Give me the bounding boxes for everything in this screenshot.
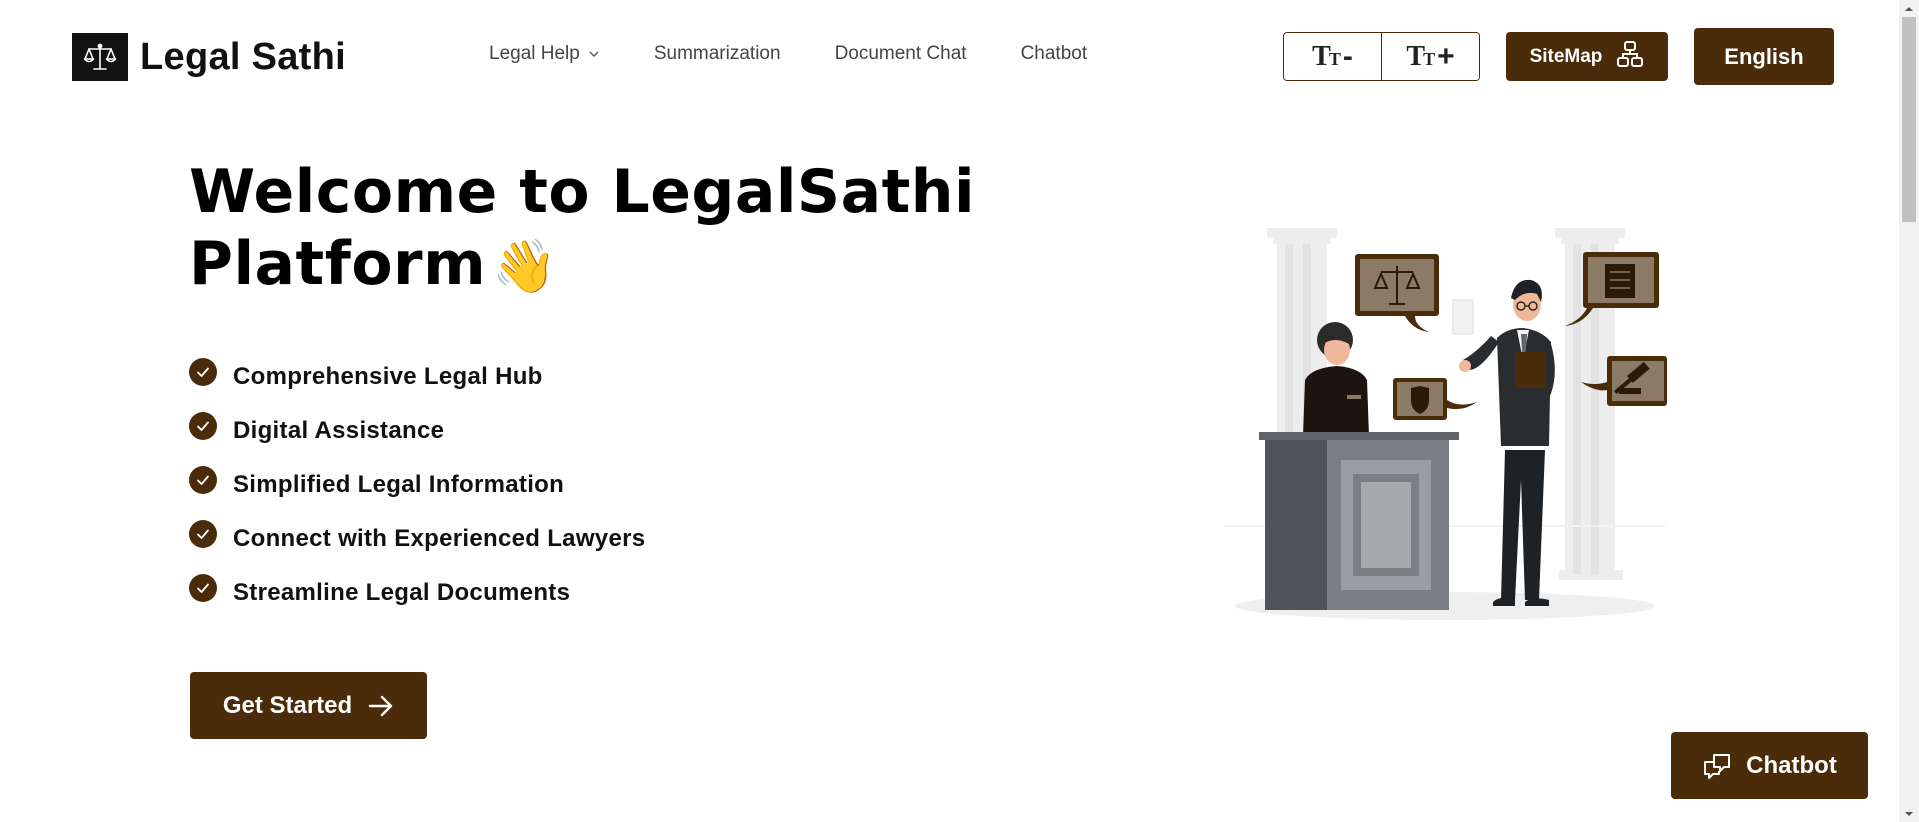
- nav-legal-help[interactable]: Legal Help: [489, 43, 600, 65]
- sitemap-label: SiteMap: [1529, 45, 1603, 67]
- nav-chatbot-label: Chatbot: [1020, 43, 1088, 64]
- get-started-label: Get Started: [222, 691, 353, 719]
- font-size-controls: TT - TT +: [1283, 32, 1480, 81]
- language-button[interactable]: English: [1694, 28, 1834, 85]
- minus-sign: -: [1342, 39, 1353, 73]
- nav-document-chat[interactable]: Document Chat: [835, 43, 967, 65]
- nav-summarization[interactable]: Summarization: [654, 43, 781, 65]
- feature-text: Digital Assistance: [233, 417, 445, 444]
- scales-of-justice-icon: [72, 33, 128, 81]
- chatbot-float-label: Chatbot: [1746, 751, 1837, 779]
- brand-logo-link[interactable]: Legal Sathi: [72, 33, 346, 81]
- get-started-button[interactable]: Get Started: [190, 672, 427, 739]
- list-item: Digital Assistance: [189, 404, 645, 458]
- list-item: Streamline Legal Documents: [189, 566, 645, 620]
- nav-summarization-label: Summarization: [653, 43, 781, 64]
- feature-text: Comprehensive Legal Hub: [233, 363, 543, 390]
- main-nav: Legal Help Summarization Document Chat C…: [489, 43, 1141, 65]
- list-item: Connect with Experienced Lawyers: [189, 512, 645, 566]
- scrollbar-thumb[interactable]: [1902, 17, 1916, 222]
- increase-font-button[interactable]: TT +: [1381, 33, 1479, 80]
- check-circle-icon: [189, 574, 217, 602]
- nav-chatbot[interactable]: Chatbot: [1021, 43, 1088, 65]
- check-circle-icon: [189, 412, 217, 440]
- text-size-icon: TT: [1312, 40, 1341, 72]
- plus-sign: +: [1437, 39, 1455, 73]
- scroll-down-arrow-icon[interactable]: [1899, 805, 1919, 822]
- brand-name: Legal Sathi: [140, 35, 347, 78]
- nav-document-chat-label: Document Chat: [834, 43, 967, 64]
- check-circle-icon: [189, 358, 217, 386]
- chat-bubbles-icon: [1702, 752, 1732, 780]
- sitemap-hierarchy-icon: [1616, 40, 1644, 74]
- site-header: Legal Sathi Legal Help Summarization Doc…: [0, 0, 1899, 110]
- feature-text: Streamline Legal Documents: [233, 579, 571, 606]
- decrease-font-button[interactable]: TT -: [1284, 33, 1381, 80]
- sitemap-button[interactable]: SiteMap: [1506, 32, 1668, 81]
- scroll-up-arrow-icon[interactable]: [1899, 0, 1919, 17]
- feature-text: Simplified Legal Information: [233, 471, 565, 498]
- feature-list: Comprehensive Legal Hub Digital Assistan…: [189, 350, 645, 620]
- text-size-icon: TT: [1406, 40, 1436, 72]
- feature-text: Connect with Experienced Lawyers: [233, 525, 646, 552]
- list-item: Comprehensive Legal Hub: [189, 350, 645, 404]
- nav-legal-help-label: Legal Help: [489, 43, 580, 64]
- hero-title-line2: Platform: [189, 229, 487, 299]
- chatbot-float-button[interactable]: Chatbot: [1671, 732, 1868, 799]
- hero-title-line1: Welcome to LegalSathi: [189, 157, 976, 227]
- waving-hand-icon: 👋: [492, 237, 558, 297]
- list-item: Simplified Legal Information: [189, 458, 645, 512]
- arrow-right-icon: [368, 695, 394, 717]
- check-circle-icon: [189, 466, 217, 494]
- chevron-down-icon: [588, 50, 600, 58]
- hero-title: Welcome to LegalSathi Platform 👋: [189, 156, 975, 303]
- courtroom-illustration: [1215, 210, 1675, 630]
- check-circle-icon: [189, 520, 217, 548]
- vertical-scrollbar[interactable]: [1899, 0, 1919, 822]
